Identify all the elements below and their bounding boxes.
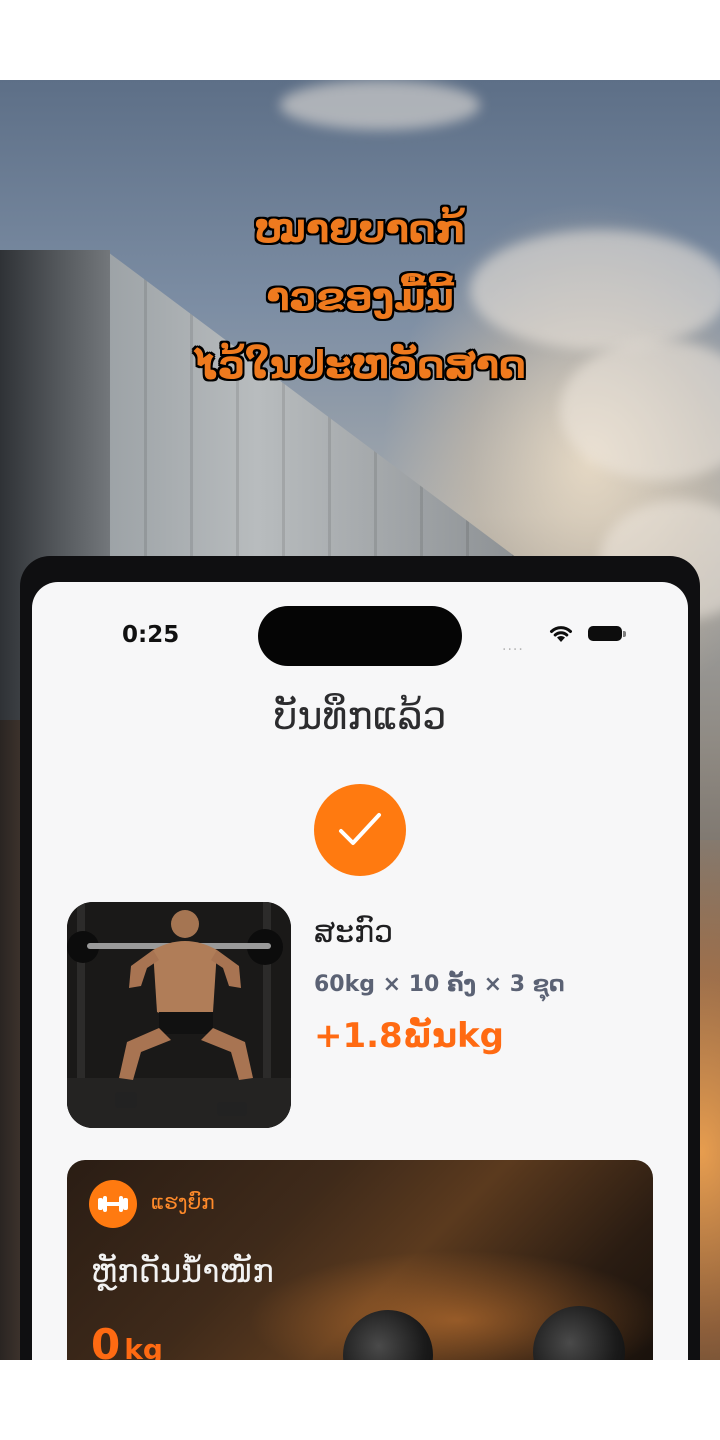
check-icon (339, 813, 381, 845)
headline-line-1: ໝາຍບາດກ້ (254, 207, 466, 251)
squat-photo (67, 902, 291, 1128)
status-time: 0:25 (122, 622, 180, 648)
exercise-name: ສະກົວ (314, 915, 394, 950)
battery-icon (588, 626, 626, 641)
lift-value-number: 0 (91, 1320, 121, 1360)
lift-value: 0 kg (91, 1320, 163, 1360)
lift-value-unit: kg (124, 1333, 163, 1360)
lift-tag: ແຮງຍົກ (151, 1190, 215, 1214)
dynamic-island (258, 606, 462, 666)
page-title: ບັນທຶກແລ້ວ (273, 694, 447, 738)
wifi-icon (550, 626, 572, 642)
headline-line-3: ໄວ້ໃນປະຫວັດສາດ (194, 343, 526, 387)
headline: ໝາຍບາດກ້ າວຂອງມື້ນີ້ ໄວ້ໃນປະຫວັດສາດ (0, 195, 720, 399)
exercise-image (67, 902, 291, 1128)
success-badge (314, 784, 406, 876)
exercise-detail: 60kg × 10 ຄັ້ງ × 3 ຊຸດ (314, 972, 565, 997)
lift-badge (89, 1180, 137, 1228)
exercise-volume: +1.8ພັນkg (314, 1016, 504, 1056)
signal-icon: .... (502, 638, 524, 654)
cloud (280, 80, 480, 130)
phone-frame: 0:25 .... ບັນທຶກແລ້ວ ສະກົວ 60kg × 10 ຄັ້… (20, 556, 700, 1360)
phone-screen: 0:25 .... ບັນທຶກແລ້ວ ສະກົວ 60kg × 10 ຄັ້… (32, 582, 688, 1360)
dumbbell-icon (98, 1196, 128, 1212)
lift-card[interactable]: ແຮງຍົກ ຫຼັກດັນນ້ຳໜັກ 0 kg (67, 1160, 653, 1360)
headline-line-2: າວຂອງມື້ນີ້ (266, 275, 454, 319)
lift-title: ຫຼັກດັນນ້ຳໜັກ (91, 1252, 274, 1290)
